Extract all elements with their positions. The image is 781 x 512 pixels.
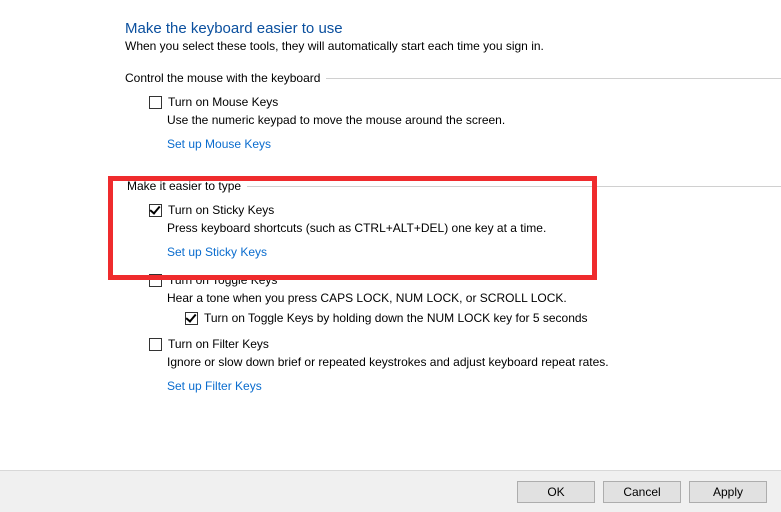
group-mouse-keyboard: Control the mouse with the keyboard Turn… [125,71,781,165]
label-sticky-keys: Turn on Sticky Keys [168,203,274,217]
apply-button[interactable]: Apply [689,481,767,503]
desc-mouse-keys: Use the numeric keypad to move the mouse… [167,113,687,127]
link-setup-filter-keys[interactable]: Set up Filter Keys [167,379,262,393]
label-toggle-keys-numlock: Turn on Toggle Keys by holding down the … [204,311,588,325]
desc-toggle-keys: Hear a tone when you press CAPS LOCK, NU… [167,291,687,305]
option-toggle-keys[interactable]: Turn on Toggle Keys [149,273,781,287]
dialog-footer: OK Cancel Apply [0,470,781,512]
divider [326,78,781,79]
checkbox-mouse-keys[interactable] [149,96,162,109]
option-mouse-keys[interactable]: Turn on Mouse Keys [149,95,781,109]
option-toggle-keys-numlock[interactable]: Turn on Toggle Keys by holding down the … [185,311,781,325]
desc-sticky-keys: Press keyboard shortcuts (such as CTRL+A… [167,221,687,235]
label-mouse-keys: Turn on Mouse Keys [168,95,278,109]
divider [247,186,781,187]
group-title-mouse: Control the mouse with the keyboard [125,71,326,85]
checkbox-sticky-keys[interactable] [149,204,162,217]
checkbox-toggle-keys[interactable] [149,274,162,287]
option-sticky-keys[interactable]: Turn on Sticky Keys [149,203,781,217]
group-easier-type: Make it easier to type Turn on Sticky Ke… [125,179,781,407]
label-toggle-keys: Turn on Toggle Keys [168,273,277,287]
group-title-type: Make it easier to type [127,179,247,193]
ok-button[interactable]: OK [517,481,595,503]
checkbox-toggle-keys-numlock[interactable] [185,312,198,325]
page-subtitle: When you select these tools, they will a… [125,39,781,53]
cancel-button[interactable]: Cancel [603,481,681,503]
label-filter-keys: Turn on Filter Keys [168,337,269,351]
checkbox-filter-keys[interactable] [149,338,162,351]
link-setup-mouse-keys[interactable]: Set up Mouse Keys [167,137,271,151]
desc-filter-keys: Ignore or slow down brief or repeated ke… [167,355,687,369]
page-title: Make the keyboard easier to use [125,20,781,37]
link-setup-sticky-keys[interactable]: Set up Sticky Keys [167,245,267,259]
option-filter-keys[interactable]: Turn on Filter Keys [149,337,781,351]
